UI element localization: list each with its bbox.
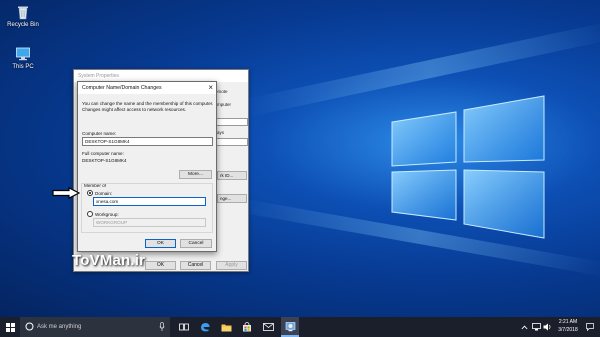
- watermark: ToVMan.ir: [72, 252, 146, 269]
- tray-show-hidden[interactable]: [518, 317, 530, 337]
- windows-logo-wallpaper: [391, 95, 545, 239]
- task-view-icon: [179, 323, 189, 331]
- taskbar-store[interactable]: [239, 317, 255, 337]
- store-icon: [243, 322, 251, 332]
- taskbar-mail[interactable]: [260, 317, 276, 337]
- computer-name-input[interactable]: DESKTOP-S1G8MK4: [82, 137, 213, 146]
- clock-time[interactable]: 2:21 AM: [556, 319, 580, 325]
- windows-start-icon: [5, 322, 15, 332]
- desktop-icon-recycle-bin[interactable]: Recycle Bin: [0, 4, 46, 28]
- dialog-description: You can change the name and the membersh…: [82, 101, 214, 112]
- desktop-icon-label: Recycle Bin: [7, 22, 39, 28]
- computer-description-input[interactable]: [216, 118, 248, 126]
- apply-button: Apply: [216, 261, 247, 270]
- close-icon[interactable]: ×: [208, 83, 213, 92]
- volume-icon: [543, 323, 551, 331]
- action-center[interactable]: [584, 317, 596, 337]
- edge-icon: [201, 323, 210, 332]
- dialog-titlebar: Computer Name/Domain Changes ×: [78, 82, 216, 94]
- chevron-up-icon: [520, 325, 528, 329]
- control-panel-icon: [285, 321, 295, 331]
- dialog-title: Computer Name/Domain Changes: [82, 85, 162, 91]
- search-placeholder: Ask me anything: [37, 324, 82, 330]
- computer-icon: [16, 47, 30, 61]
- start-button[interactable]: [0, 317, 20, 337]
- desktop-icon-this-pc[interactable]: This PC: [0, 46, 46, 70]
- dialog-ok-button[interactable]: OK: [145, 239, 176, 248]
- network-id-button[interactable]: rk ID...: [217, 171, 247, 180]
- recycle-bin-icon: [18, 6, 28, 20]
- cancel-button[interactable]: Cancel: [180, 261, 211, 270]
- full-name-readonly: [216, 138, 248, 146]
- search-box[interactable]: Ask me anything: [20, 317, 170, 337]
- ok-button[interactable]: OK: [145, 261, 176, 270]
- mail-icon: [262, 323, 274, 331]
- dialog-cancel-button[interactable]: Cancel: [180, 239, 212, 248]
- notification-icon: [586, 323, 594, 331]
- taskbar-file-explorer[interactable]: [218, 317, 234, 337]
- full-name-value: DESKTOP-S1G8MK4: [82, 158, 127, 163]
- file-explorer-icon: [221, 324, 231, 331]
- microphone-icon[interactable]: [159, 322, 165, 332]
- pointer-arrow-icon: [52, 187, 80, 199]
- full-name-label: Full computer name:: [82, 151, 124, 156]
- tray-network[interactable]: [531, 317, 542, 337]
- computer-name-label: Computer name:: [82, 131, 117, 136]
- member-of-group: [81, 183, 213, 233]
- cortana-icon: [25, 322, 34, 331]
- tray-volume[interactable]: [542, 317, 553, 337]
- desktop-icon-label: This PC: [12, 64, 34, 70]
- taskbar-edge[interactable]: [197, 317, 213, 337]
- taskbar-task-view[interactable]: [176, 317, 192, 337]
- clock-date[interactable]: 3/7/2018: [556, 327, 580, 333]
- network-icon: [532, 323, 541, 331]
- taskbar: Ask me anything 2:21 AM 3/7/2018: [0, 317, 600, 337]
- example-text: ays: [217, 130, 225, 135]
- computer-description-text: mputer: [217, 102, 232, 107]
- more-button[interactable]: More...: [179, 170, 212, 179]
- change-button[interactable]: nge...: [217, 194, 247, 203]
- taskbar-system-properties[interactable]: [281, 317, 299, 337]
